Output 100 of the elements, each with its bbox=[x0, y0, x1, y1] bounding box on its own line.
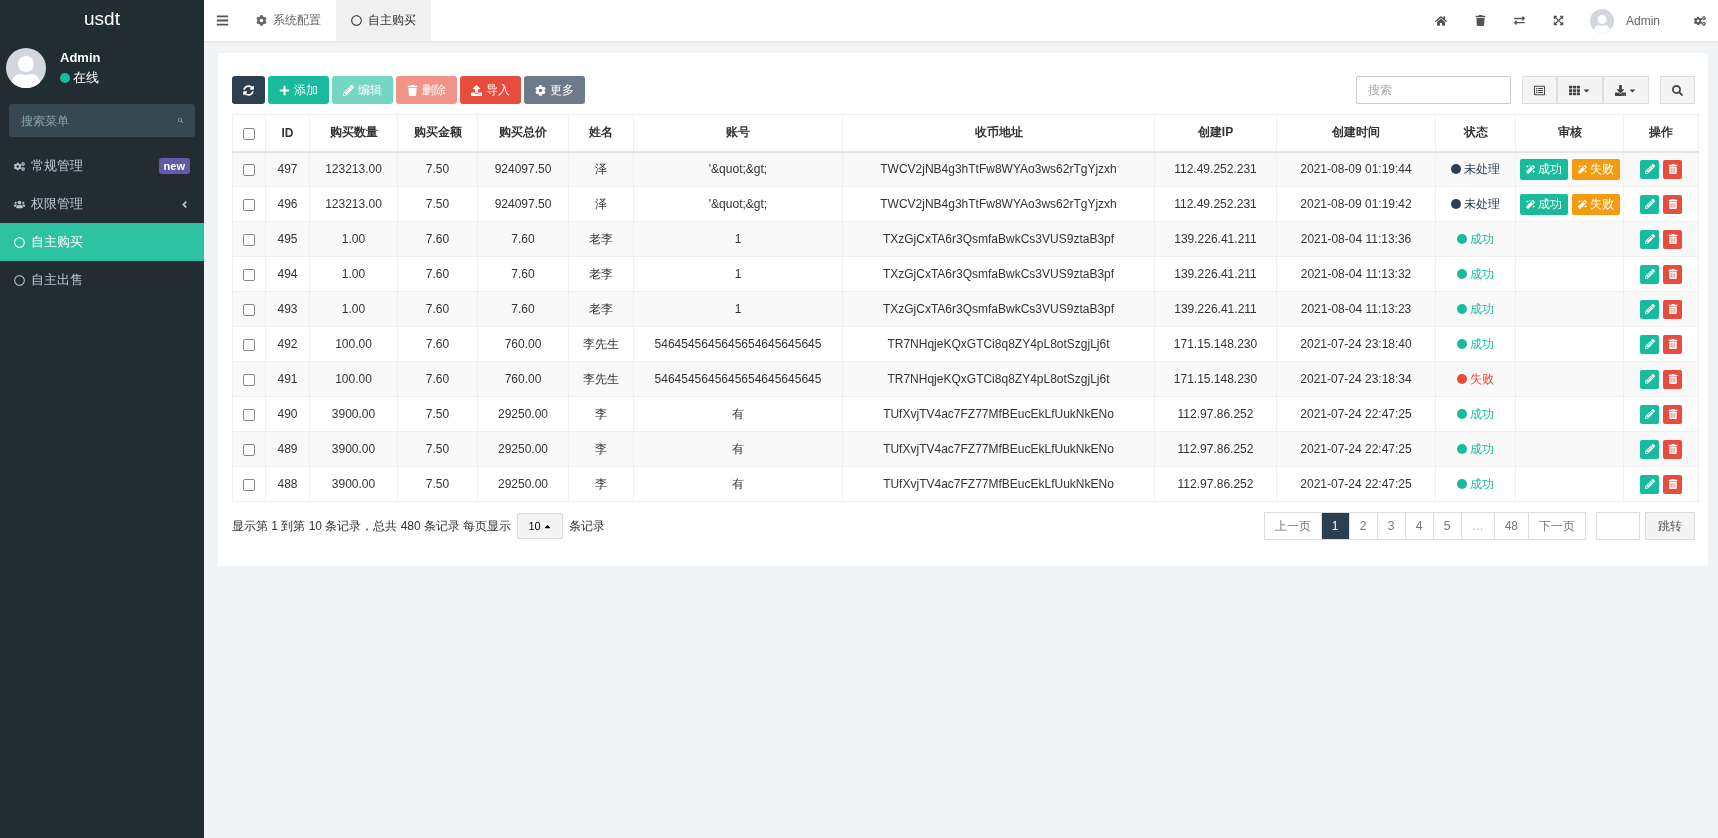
approve-button[interactable]: 成功 bbox=[1519, 193, 1568, 215]
table-cell: TR7NHqjeKQxGTCi8q8ZY4pL8otSzgjLj6t bbox=[842, 326, 1155, 362]
delete-button[interactable] bbox=[1663, 334, 1682, 354]
table-cell: 496 bbox=[265, 186, 310, 222]
pencil-icon bbox=[1644, 409, 1655, 419]
column-header: 姓名 bbox=[568, 114, 634, 152]
refresh-icon bbox=[243, 84, 254, 96]
column-header: 创建时间 bbox=[1276, 114, 1436, 152]
select-all-checkbox[interactable] bbox=[243, 127, 255, 140]
wand-icon bbox=[1577, 199, 1587, 209]
add-button[interactable]: 添加 bbox=[268, 76, 329, 104]
table-cell: 29250.00 bbox=[477, 466, 569, 502]
table-cell: 760.00 bbox=[477, 361, 569, 397]
approve-button[interactable]: 成功 bbox=[1519, 158, 1568, 180]
user-status: 在线 bbox=[73, 68, 99, 87]
table-cell: 7.60 bbox=[477, 291, 569, 327]
page-button[interactable]: 1 bbox=[1320, 512, 1350, 540]
delete-button[interactable] bbox=[1663, 439, 1682, 459]
grid-icon bbox=[1569, 84, 1580, 96]
edit-button[interactable] bbox=[1640, 159, 1659, 179]
table-cell: 1 bbox=[633, 291, 843, 327]
pencil-icon bbox=[1644, 199, 1655, 209]
pencil-icon bbox=[1644, 479, 1655, 489]
edit-button[interactable] bbox=[1640, 369, 1659, 389]
table-cell: 3900.00 bbox=[309, 466, 398, 502]
toggle-view-button[interactable] bbox=[1522, 76, 1557, 104]
delete-button[interactable] bbox=[1663, 369, 1682, 389]
status-label: 未处理 bbox=[1451, 160, 1500, 178]
row-checkbox[interactable] bbox=[243, 268, 255, 281]
table-cell: 老李 bbox=[568, 221, 634, 257]
menu-item[interactable]: 自主出售 bbox=[0, 261, 204, 299]
menu-item[interactable]: 权限管理 bbox=[0, 185, 204, 223]
row-checkbox[interactable] bbox=[243, 373, 255, 386]
delete-button[interactable] bbox=[1663, 404, 1682, 424]
search-icon[interactable] bbox=[178, 115, 183, 126]
page-button[interactable]: 48 bbox=[1493, 512, 1529, 540]
page-size-dropdown[interactable]: 10 bbox=[517, 513, 563, 539]
import-button[interactable]: 导入 bbox=[460, 76, 521, 104]
table-cell: 123213.00 bbox=[309, 186, 398, 222]
delete-button[interactable] bbox=[1663, 194, 1682, 214]
more-button[interactable]: 更多 bbox=[524, 76, 585, 104]
export-button[interactable] bbox=[1603, 76, 1649, 104]
menu-item[interactable]: 常规管理 new bbox=[0, 147, 204, 185]
edit-button[interactable] bbox=[1640, 299, 1659, 319]
delete-button[interactable] bbox=[1663, 159, 1682, 179]
table-cell: 7.60 bbox=[397, 256, 478, 292]
row-checkbox[interactable] bbox=[243, 198, 255, 211]
delete-button[interactable] bbox=[1663, 229, 1682, 249]
column-header: 状态 bbox=[1435, 114, 1516, 152]
row-checkbox[interactable] bbox=[243, 443, 255, 456]
edit-button[interactable] bbox=[1640, 404, 1659, 424]
table-cell: 2021-08-09 01:19:44 bbox=[1276, 151, 1436, 187]
logo[interactable]: usdt bbox=[0, 0, 204, 38]
table-cell: 有 bbox=[633, 431, 843, 467]
edit-button[interactable] bbox=[1640, 334, 1659, 354]
refresh-button[interactable] bbox=[232, 76, 265, 104]
row-checkbox[interactable] bbox=[243, 408, 255, 421]
page-button[interactable]: 4 bbox=[1404, 512, 1434, 540]
edit-button[interactable] bbox=[1640, 194, 1659, 214]
gears-icon bbox=[14, 160, 25, 172]
row-checkbox[interactable] bbox=[243, 233, 255, 246]
row-checkbox[interactable] bbox=[243, 478, 255, 491]
page-input[interactable] bbox=[1596, 512, 1640, 540]
edit-button[interactable] bbox=[1640, 439, 1659, 459]
edit-button[interactable] bbox=[1640, 474, 1659, 494]
table-cell: '&quot;&gt; bbox=[633, 186, 843, 222]
table-cell: 7.50 bbox=[397, 396, 478, 432]
page-tab[interactable]: 系统配置 bbox=[241, 0, 336, 41]
user-name[interactable]: Admin bbox=[1618, 13, 1678, 28]
edit-button[interactable] bbox=[1640, 264, 1659, 284]
table-cell: 7.60 bbox=[397, 221, 478, 257]
column-header: 创建IP bbox=[1154, 114, 1277, 152]
page-button[interactable]: 2 bbox=[1348, 512, 1378, 540]
edit-button[interactable] bbox=[1640, 229, 1659, 249]
columns-button[interactable] bbox=[1557, 76, 1603, 104]
table-cell: 李先生 bbox=[568, 326, 634, 362]
table-cell: 495 bbox=[265, 221, 310, 257]
list-icon bbox=[1534, 84, 1545, 96]
table-cell: 1 bbox=[633, 256, 843, 292]
delete-button[interactable] bbox=[1663, 264, 1682, 284]
user-name: Admin bbox=[60, 49, 101, 65]
search-field[interactable]: 搜索 bbox=[1356, 76, 1511, 104]
row-checkbox[interactable] bbox=[243, 303, 255, 316]
search-button[interactable] bbox=[1660, 76, 1695, 104]
page-button[interactable]: 5 bbox=[1432, 512, 1462, 540]
table-cell: 112.97.86.252 bbox=[1154, 396, 1277, 432]
table-cell: 7.60 bbox=[477, 256, 569, 292]
status-label: 成功 bbox=[1457, 475, 1494, 493]
table-cell: 7.60 bbox=[477, 221, 569, 257]
page-button[interactable]: 下一页 bbox=[1528, 512, 1586, 540]
delete-button[interactable] bbox=[1663, 299, 1682, 319]
page-button[interactable]: 上一页 bbox=[1263, 512, 1322, 540]
delete-button[interactable] bbox=[1663, 474, 1682, 494]
page-tab[interactable]: 自主购买 bbox=[336, 0, 431, 41]
table-cell: 老李 bbox=[568, 256, 634, 292]
row-checkbox[interactable] bbox=[243, 164, 255, 177]
jump-button[interactable]: 跳转 bbox=[1645, 512, 1695, 540]
table-cell: 112.49.252.231 bbox=[1154, 186, 1277, 222]
page-button[interactable]: 3 bbox=[1376, 512, 1406, 540]
row-checkbox[interactable] bbox=[243, 338, 255, 351]
